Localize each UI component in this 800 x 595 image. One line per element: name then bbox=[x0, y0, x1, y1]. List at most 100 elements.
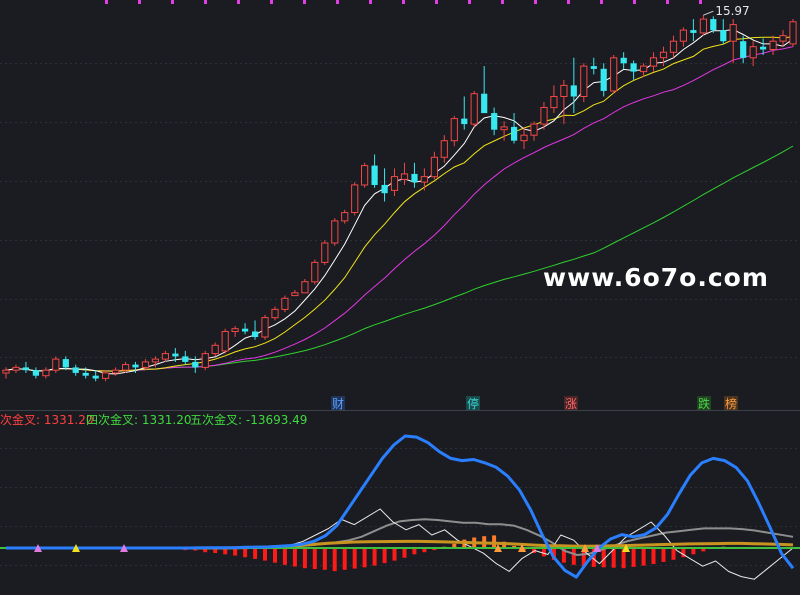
candle-body-up bbox=[102, 372, 110, 379]
candle-body-down bbox=[760, 46, 767, 50]
candle-body-up bbox=[550, 96, 558, 109]
candle-body-down bbox=[242, 328, 249, 332]
candle-body-up bbox=[261, 317, 269, 338]
candle-body-up bbox=[679, 29, 687, 42]
candle-body-down bbox=[172, 353, 179, 357]
event-tag[interactable]: 涨 bbox=[564, 396, 578, 411]
candle-body-down bbox=[371, 165, 378, 185]
candle-body-up bbox=[749, 46, 757, 59]
top-tick bbox=[171, 0, 174, 4]
candle-body-down bbox=[192, 361, 199, 368]
candle-body-up bbox=[440, 140, 448, 158]
top-tick bbox=[567, 0, 570, 4]
indicator-bar bbox=[362, 548, 367, 568]
candle-body-up bbox=[450, 118, 458, 142]
candle bbox=[351, 182, 359, 216]
event-tag[interactable]: 财 bbox=[331, 396, 345, 411]
event-tag[interactable]: 榜 bbox=[724, 396, 738, 411]
chart-canvas: 15.97 财 停 涨 跌榜 www.6o7o.com 次金叉: 1331.20四次金… bbox=[0, 0, 800, 595]
candle-body-down bbox=[600, 68, 607, 91]
event-tag-label: 跌 bbox=[698, 396, 710, 411]
candle-body-up bbox=[530, 123, 538, 136]
candle-body-down bbox=[570, 85, 577, 97]
top-tick bbox=[633, 0, 636, 4]
candle-body-down bbox=[252, 331, 259, 337]
candle-body-down bbox=[22, 367, 29, 371]
candle-body-down bbox=[381, 184, 388, 194]
candle-body-up bbox=[659, 51, 668, 59]
candle-body-up bbox=[201, 353, 209, 368]
candle-body-up bbox=[52, 358, 60, 371]
indicator-bar bbox=[282, 548, 287, 565]
indicator-bar bbox=[273, 548, 277, 563]
top-tick bbox=[303, 0, 306, 4]
candle-body-up bbox=[520, 134, 528, 142]
top-tick bbox=[534, 0, 537, 4]
event-tag[interactable]: 停 bbox=[466, 396, 480, 411]
candle bbox=[610, 55, 618, 94]
candle-body-up bbox=[2, 369, 10, 374]
candle-body-up bbox=[42, 369, 50, 377]
indicator-bar bbox=[541, 548, 546, 557]
candle-body-down bbox=[72, 367, 79, 373]
candle-body-up bbox=[331, 220, 339, 244]
candle bbox=[361, 162, 369, 188]
top-tick bbox=[204, 0, 207, 4]
candle-body-down bbox=[740, 41, 747, 58]
indicator-bar bbox=[492, 535, 497, 548]
candle-body-up bbox=[161, 353, 170, 360]
candle-body-down bbox=[491, 113, 498, 130]
candle-body-down bbox=[32, 370, 39, 376]
indicator-bar bbox=[402, 548, 407, 558]
candle-body-up bbox=[729, 24, 737, 42]
candle-body-up bbox=[769, 40, 777, 51]
legend-item: 四次金叉: 1331.20 bbox=[86, 412, 191, 427]
candle-body-up bbox=[779, 35, 787, 42]
candle-body-down bbox=[720, 30, 727, 42]
candle-body-down bbox=[511, 126, 518, 141]
top-tick bbox=[600, 0, 603, 4]
top-tick bbox=[435, 0, 438, 4]
watermark: www.6o7o.com bbox=[543, 263, 769, 292]
candle-body-up bbox=[351, 184, 359, 213]
indicator-bar bbox=[671, 548, 676, 560]
candle-body-down bbox=[411, 173, 418, 183]
event-tag-label: 财 bbox=[332, 397, 344, 411]
indicator-panel-bg bbox=[0, 410, 800, 595]
candle-body-down bbox=[92, 375, 99, 379]
candle-body-down bbox=[630, 63, 637, 72]
event-tag-label: 涨 bbox=[565, 396, 577, 411]
candle bbox=[331, 218, 339, 246]
event-tag-label: 榜 bbox=[725, 396, 737, 411]
event-tag[interactable]: 跌 bbox=[697, 396, 711, 411]
indicator-bar bbox=[253, 548, 258, 559]
candle bbox=[580, 63, 588, 102]
candle-body-down bbox=[690, 30, 697, 33]
indicator-bar bbox=[392, 548, 397, 561]
top-tick bbox=[402, 0, 405, 4]
top-tick bbox=[369, 0, 372, 4]
candle-body-down bbox=[461, 118, 468, 125]
candle-body-up bbox=[281, 297, 289, 310]
candle-body-up bbox=[122, 364, 130, 371]
indicator-bar bbox=[263, 548, 267, 561]
candle-body-up bbox=[649, 57, 658, 67]
candle-body-up bbox=[500, 126, 508, 131]
candle-body-up bbox=[610, 57, 618, 92]
candle-body-up bbox=[151, 358, 160, 363]
candle-body-up bbox=[221, 331, 229, 352]
indicator-bar bbox=[382, 548, 387, 564]
legend-item: 次金叉: 1331.20 bbox=[0, 412, 93, 427]
candle-body-up bbox=[341, 212, 349, 222]
candle bbox=[470, 90, 478, 127]
candle-body-up bbox=[430, 156, 438, 178]
candle-body-up bbox=[321, 242, 329, 263]
candle-body-up bbox=[112, 369, 120, 374]
candle-body-down bbox=[62, 359, 69, 368]
candle-body-down bbox=[710, 19, 717, 31]
candle-body-up bbox=[141, 361, 150, 368]
candle bbox=[201, 350, 209, 371]
candle-body-down bbox=[132, 364, 139, 368]
candle-body-down bbox=[182, 356, 189, 362]
event-tag-label: 停 bbox=[467, 396, 479, 411]
